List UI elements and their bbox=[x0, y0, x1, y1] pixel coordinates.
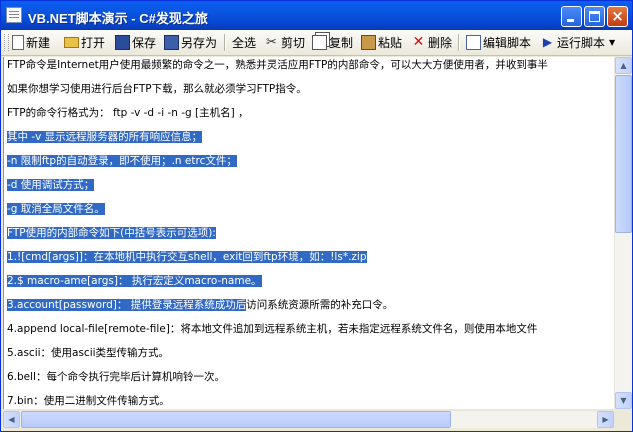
editor-line-selected[interactable]: 其中 -v 显示远程服务器的所有响应信息； bbox=[7, 129, 203, 146]
editor-line-selected[interactable]: -d 使用调试方式； bbox=[7, 177, 95, 194]
paste-button[interactable]: 粘贴 bbox=[361, 33, 402, 52]
save-as-label: 另存为 bbox=[181, 36, 218, 50]
run-script-label: 运行脚本 bbox=[557, 36, 606, 50]
copy-label: 复制 bbox=[329, 36, 354, 50]
editor-line[interactable]: FTP命令是Internet用户使用最频繁的命令之一，熟悉并灵活应用FTP的内部… bbox=[7, 57, 548, 74]
editor-line-selected[interactable]: -g 取消全局文件名。 bbox=[7, 201, 105, 218]
editor-line[interactable]: FTP的命令行格式为： ftp -v -d -i -n -g [主机名] ， bbox=[7, 105, 249, 122]
copy-button[interactable]: 复制 bbox=[312, 33, 353, 52]
maximize-icon bbox=[589, 11, 600, 22]
scrollbar-corner bbox=[614, 410, 631, 427]
open-button[interactable]: 打开 bbox=[64, 33, 105, 52]
vertical-scrollbar[interactable]: ▲ ▼ bbox=[614, 57, 632, 409]
delete-button[interactable]: ✕ 删除 bbox=[411, 33, 452, 52]
run-play-icon: ▶ bbox=[542, 35, 553, 49]
new-file-icon bbox=[12, 35, 24, 50]
app-window: VB.NET脚本演示 - C#发现之旅 × 新建 打开 保存 另存为 全选 ✂ 剪… bbox=[0, 0, 633, 432]
editor-line[interactable]: 7.bin：使用二进制文件传输方式。 bbox=[7, 393, 170, 409]
scroll-down-button[interactable]: ▼ bbox=[615, 392, 632, 409]
minimize-icon bbox=[567, 19, 574, 22]
selected-text: -n 限制ftp的自动登录，即不使用；.n etrc文件； bbox=[7, 155, 237, 167]
toolbar: 新建 打开 保存 另存为 全选 ✂ 剪切 复制 粘贴 ✕ 删除 编辑脚本 ▶ 运行脚本… bbox=[1, 30, 632, 56]
vertical-scroll-thumb[interactable] bbox=[615, 75, 632, 233]
toolbar-grip[interactable] bbox=[4, 34, 9, 51]
scroll-right-button[interactable]: ▶ bbox=[597, 411, 614, 428]
toolbar-separator bbox=[224, 34, 226, 51]
selected-text: -d 使用调试方式； bbox=[7, 179, 95, 191]
scissors-icon: ✂ bbox=[266, 35, 277, 50]
title-bar[interactable]: VB.NET脚本演示 - C#发现之旅 × bbox=[1, 1, 632, 30]
save-button[interactable]: 保存 bbox=[115, 33, 156, 52]
close-button[interactable]: × bbox=[607, 6, 628, 27]
selected-text: FTP使用的内部命令如下(中括号表示可选项): bbox=[7, 227, 216, 239]
select-all-label: 全选 bbox=[232, 36, 257, 50]
toolbar-separator bbox=[458, 34, 460, 51]
open-label: 打开 bbox=[81, 36, 106, 50]
window-title: VB.NET脚本演示 - C#发现之旅 bbox=[28, 11, 208, 26]
cut-label: 剪切 bbox=[281, 36, 306, 50]
horizontal-scroll-thumb[interactable] bbox=[21, 411, 451, 428]
new-button[interactable]: 新建 bbox=[12, 33, 50, 52]
unselected-text: 访问系统资源所需的补充口令。 bbox=[246, 299, 394, 311]
save-label: 保存 bbox=[132, 36, 157, 50]
editor-line[interactable]: 4.append local-file[remote-file]：将本地文件追加… bbox=[7, 321, 537, 338]
selected-text: 2.$ macro-ame[args]： 执行宏定义macro-name。 bbox=[7, 275, 262, 287]
maximize-button[interactable] bbox=[584, 6, 605, 27]
editor-line-partial[interactable]: 3.account[password]： 提供登录远程系统成功后访问系统资源所需… bbox=[7, 297, 393, 314]
scroll-up-button[interactable]: ▲ bbox=[615, 57, 632, 74]
paste-label: 粘贴 bbox=[378, 36, 403, 50]
app-document-icon[interactable] bbox=[6, 7, 22, 23]
close-icon: × bbox=[611, 7, 624, 25]
new-label: 新建 bbox=[26, 36, 51, 50]
copy-icon bbox=[312, 35, 327, 50]
save-as-button[interactable]: 另存为 bbox=[164, 33, 217, 52]
selected-text: 其中 -v 显示远程服务器的所有响应信息； bbox=[7, 131, 203, 143]
selected-text: -g 取消全局文件名。 bbox=[7, 203, 105, 215]
open-folder-icon bbox=[64, 37, 79, 48]
selected-text: 1.![cmd[args]]：在本地机中执行交互shell，exit回到ftp环… bbox=[7, 251, 367, 263]
save-as-disk-icon bbox=[164, 35, 179, 50]
paste-clipboard-icon bbox=[361, 35, 376, 50]
scroll-left-button[interactable]: ◀ bbox=[3, 411, 20, 428]
editor-line-selected[interactable]: FTP使用的内部命令如下(中括号表示可选项): bbox=[7, 225, 216, 242]
delete-x-icon: ✕ bbox=[412, 34, 425, 50]
script-editor[interactable]: FTP命令是Internet用户使用最频繁的命令之一，熟悉并灵活应用FTP的内部… bbox=[3, 57, 614, 409]
edit-script-button[interactable]: 编辑脚本 bbox=[466, 33, 531, 52]
editor-line[interactable]: 如果你想学习使用进行后台FTP下载，那么就必须学习FTP指令。 bbox=[7, 81, 307, 98]
editor-line-selected[interactable]: 1.![cmd[args]]：在本地机中执行交互shell，exit回到ftp环… bbox=[7, 249, 367, 266]
editor-line-selected[interactable]: -n 限制ftp的自动登录，即不使用；.n etrc文件； bbox=[7, 153, 237, 170]
select-all-button[interactable]: 全选 bbox=[232, 33, 256, 52]
cut-button[interactable]: ✂ 剪切 bbox=[264, 33, 305, 52]
minimize-button[interactable] bbox=[561, 6, 582, 27]
editor-line[interactable]: 5.ascii：使用ascii类型传输方式。 bbox=[7, 345, 169, 362]
horizontal-scrollbar[interactable]: ◀ ▶ bbox=[3, 410, 614, 428]
edit-script-label: 编辑脚本 bbox=[483, 36, 532, 50]
delete-label: 删除 bbox=[428, 36, 453, 50]
save-disk-icon bbox=[115, 35, 130, 50]
editor-line-selected[interactable]: 2.$ macro-ame[args]： 执行宏定义macro-name。 bbox=[7, 273, 262, 290]
editor-line[interactable]: 6.bell：每个命令执行完毕后计算机响铃一次。 bbox=[7, 369, 225, 386]
selected-text: 3.account[password]： 提供登录远程系统成功后 bbox=[7, 299, 247, 311]
dropdown-caret-icon[interactable]: ▼ bbox=[609, 38, 615, 47]
run-script-button[interactable]: ▶ 运行脚本 ▼ bbox=[540, 33, 615, 52]
edit-script-icon bbox=[466, 35, 481, 50]
